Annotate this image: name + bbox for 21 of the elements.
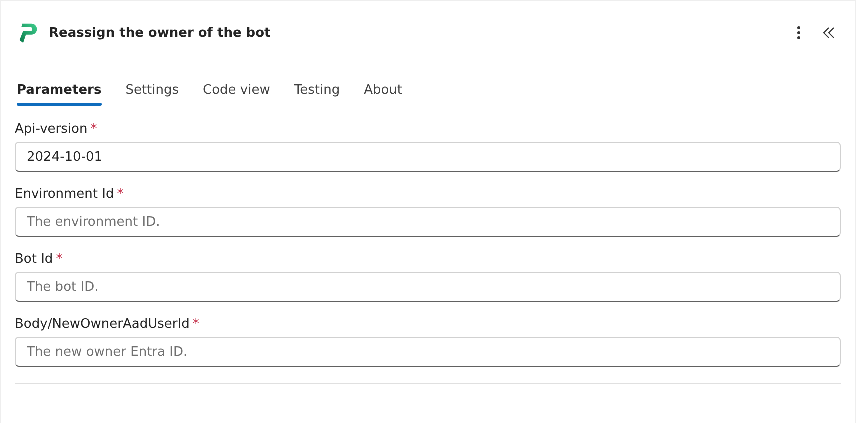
app-logo-icon <box>17 21 39 45</box>
input-field[interactable]: The new owner Entra ID. <box>15 337 841 367</box>
field-label: Api-version <box>15 122 88 137</box>
field-label: Bot Id <box>15 252 54 267</box>
required-mark: * <box>192 317 200 332</box>
more-options-icon[interactable] <box>797 26 801 40</box>
required-mark: * <box>90 122 98 137</box>
field-label: Body/NewOwnerAadUserId <box>15 317 190 332</box>
required-mark: * <box>56 252 63 267</box>
input-field[interactable]: The bot ID. <box>15 272 841 302</box>
collapse-icon[interactable] <box>823 27 835 39</box>
tab[interactable]: Code view <box>193 75 280 108</box>
tab[interactable]: About <box>354 75 413 108</box>
required-mark: * <box>117 187 124 202</box>
field-label: Environment Id <box>15 187 114 202</box>
tab[interactable]: Testing <box>284 75 350 108</box>
input-field[interactable]: The environment ID. <box>15 207 841 237</box>
input-field[interactable]: 2024-10-01 <box>15 142 841 172</box>
tab[interactable]: Settings <box>116 75 190 108</box>
panel-title: Reassign the owner of the bot <box>49 26 271 40</box>
tab[interactable]: Parameters <box>7 75 112 108</box>
